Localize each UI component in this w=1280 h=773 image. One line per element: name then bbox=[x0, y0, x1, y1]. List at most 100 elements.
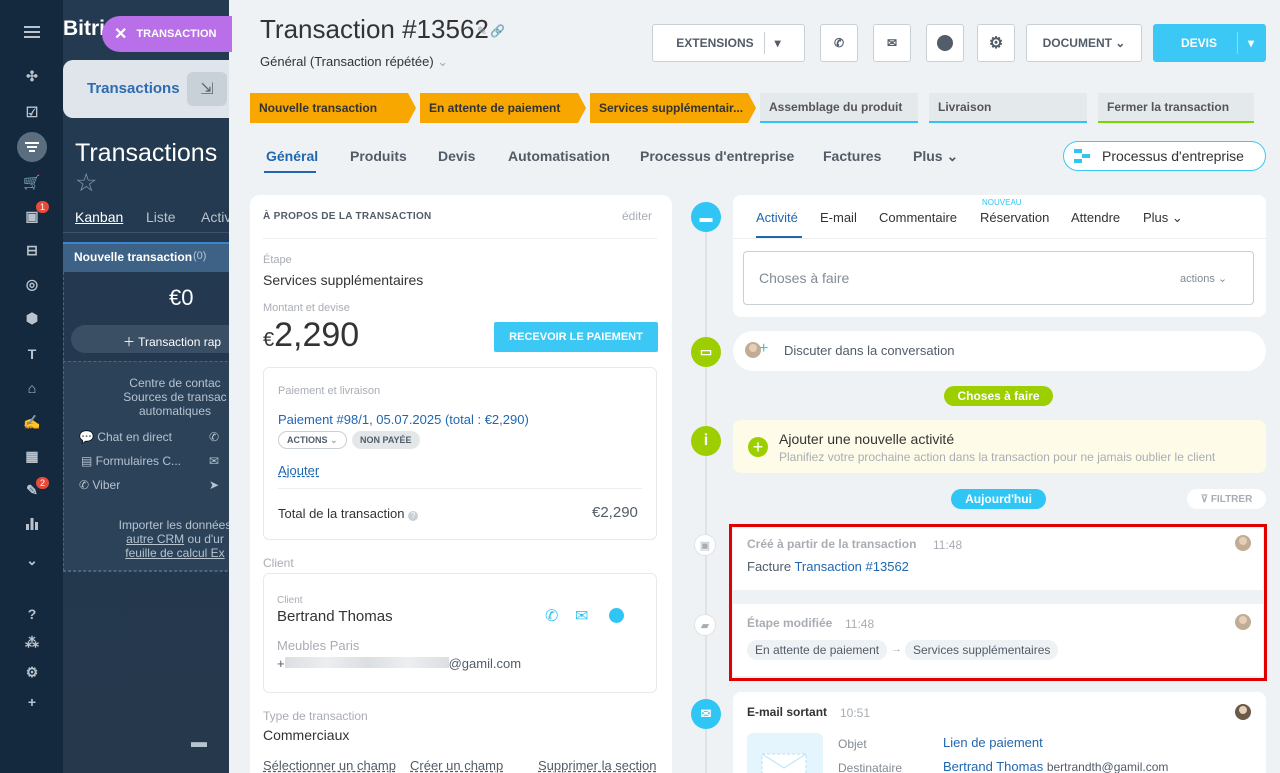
total-label: Total de la transaction ? bbox=[278, 506, 419, 521]
more-icon[interactable]: ⌄ bbox=[22, 550, 42, 570]
add-icon[interactable]: + bbox=[22, 692, 42, 712]
activity-tab-booking[interactable]: Réservation bbox=[980, 210, 1049, 225]
add-participant-icon[interactable]: + bbox=[759, 340, 768, 358]
divider bbox=[733, 238, 1266, 239]
activity-tab-comment[interactable]: Commentaire bbox=[879, 210, 957, 225]
help-icon[interactable]: ? bbox=[22, 604, 42, 624]
client-name[interactable]: Bertrand Thomas bbox=[277, 608, 393, 625]
settings-button[interactable]: ⚙ bbox=[977, 24, 1015, 62]
edit-title-icon[interactable]: ✎ 🔗 bbox=[477, 24, 505, 38]
amount-value[interactable]: €2,290 bbox=[263, 316, 359, 355]
contact-center-line: Centre de contac bbox=[129, 376, 221, 390]
business-process-button[interactable]: Processus d'entreprise bbox=[1063, 141, 1266, 171]
select-field-link[interactable]: Sélectionner un champ bbox=[263, 758, 396, 773]
pipeline-selector[interactable]: Général (Transaction répétée) ⌄ bbox=[260, 54, 448, 70]
type-label: Type de transaction bbox=[263, 709, 368, 723]
printer-icon[interactable]: ▬ bbox=[191, 734, 207, 752]
stage-close-transaction[interactable]: Fermer la transaction bbox=[1098, 93, 1254, 123]
delete-section-link[interactable]: Supprimer la section bbox=[538, 758, 657, 773]
email-subject-value[interactable]: Lien de paiement bbox=[943, 735, 1043, 750]
devis-button[interactable]: DEVIS ▾ bbox=[1153, 24, 1266, 62]
client-chat-icon[interactable] bbox=[609, 608, 624, 623]
import-link[interactable]: feuille de calcul Ex bbox=[65, 546, 229, 560]
document-button[interactable]: DOCUMENT ⌄ bbox=[1026, 24, 1142, 62]
tab-more[interactable]: Plus ⌄ bbox=[913, 148, 958, 165]
payment-actions-pill[interactable]: ACTIONS ⌄ bbox=[278, 431, 347, 449]
event-link[interactable]: Transaction #13562 bbox=[794, 559, 908, 574]
sign-icon[interactable]: ✍ bbox=[22, 412, 42, 432]
stage-value[interactable]: Services supplémentaires bbox=[263, 272, 423, 288]
goal-icon[interactable]: ◎ bbox=[22, 274, 42, 294]
analytics-icon[interactable] bbox=[22, 514, 42, 534]
transaction-close-chip[interactable]: ✕ TRANSACTION bbox=[102, 16, 232, 52]
box-icon[interactable]: ⬢ bbox=[22, 308, 42, 328]
activity-tab-more[interactable]: Plus ⌄ bbox=[1143, 210, 1183, 226]
sites-icon[interactable]: ✣ bbox=[22, 66, 42, 86]
stage-new-transaction[interactable]: Nouvelle transaction bbox=[250, 93, 416, 123]
activity-tab-activity[interactable]: Activité bbox=[756, 210, 798, 225]
bot-icon[interactable]: ⊟ bbox=[22, 240, 42, 260]
client-mail-icon[interactable]: ✉ bbox=[575, 606, 588, 626]
import-text[interactable]: autre CRM ou d'ur bbox=[65, 532, 229, 546]
tab-automation[interactable]: Automatisation bbox=[508, 148, 610, 164]
email-button[interactable]: ✉ bbox=[873, 24, 911, 62]
kanban-column-amount: €0 bbox=[169, 285, 194, 310]
bank-icon[interactable]: ⌂ bbox=[22, 378, 42, 398]
email-recipient[interactable]: Bertrand Thomas bertrandth@gamil.com bbox=[943, 759, 1168, 773]
stage-product-assembly[interactable]: Assemblage du produit bbox=[760, 93, 918, 123]
kanban-column-count: (0) bbox=[193, 250, 207, 262]
chevron-down-icon: ⌄ bbox=[437, 54, 449, 69]
contact-center-line: Sources de transac bbox=[123, 390, 227, 404]
call-button[interactable]: ✆ bbox=[820, 24, 858, 62]
event-time: 11:48 bbox=[845, 617, 875, 631]
add-payment-link[interactable]: Ajouter bbox=[278, 463, 319, 478]
source-forms[interactable]: ▤ Formulaires C... bbox=[81, 454, 181, 468]
source-viber[interactable]: ✆ Viber bbox=[79, 478, 120, 492]
shop-icon[interactable]: 🛒 bbox=[22, 172, 42, 192]
menu-icon[interactable] bbox=[22, 22, 42, 42]
activity-editor-icon: ▬ bbox=[691, 202, 721, 232]
tab-invoices[interactable]: Factures bbox=[823, 148, 881, 164]
plus-icon[interactable]: + bbox=[748, 437, 768, 457]
structure-icon[interactable]: ⁂ bbox=[22, 632, 42, 652]
receive-payment-button[interactable]: RECEVOIR LE PAIEMENT bbox=[494, 322, 658, 352]
email-thumbnail[interactable] bbox=[747, 733, 823, 773]
tab-business-process[interactable]: Processus d'entreprise bbox=[640, 148, 794, 164]
settings-icon[interactable]: ⚙ bbox=[22, 662, 42, 682]
calendar-icon[interactable]: ▦ bbox=[22, 446, 42, 466]
activity-tab-email[interactable]: E-mail bbox=[820, 210, 857, 225]
edit-section-link[interactable]: éditer bbox=[622, 209, 652, 223]
process-icon bbox=[1074, 149, 1090, 163]
tab-quotes[interactable]: Devis bbox=[438, 148, 475, 164]
tasks-icon[interactable]: ☑ bbox=[22, 102, 42, 122]
view-list[interactable]: Liste bbox=[146, 209, 176, 225]
client-call-icon[interactable]: ✆ bbox=[545, 606, 558, 626]
add-activity-title: Ajouter une nouvelle activité bbox=[779, 431, 955, 447]
create-field-link[interactable]: Créer un champ bbox=[410, 758, 503, 773]
source-live-chat[interactable]: 💬 Chat en direct bbox=[79, 430, 172, 444]
todo-actions[interactable]: actions ⌄ bbox=[1180, 272, 1227, 285]
tab-general[interactable]: Général bbox=[266, 148, 318, 164]
quick-add-label: ＋ Transaction rap bbox=[123, 335, 222, 349]
avatar bbox=[1235, 535, 1251, 551]
chat-button[interactable] bbox=[926, 24, 964, 62]
view-kanban[interactable]: Kanban bbox=[75, 209, 123, 225]
type-value[interactable]: Commerciaux bbox=[263, 727, 349, 743]
text-icon[interactable]: T bbox=[22, 344, 42, 364]
extensions-button[interactable]: EXTENSIONS ▾ bbox=[652, 24, 805, 62]
stage-additional-services[interactable]: Services supplémentair... bbox=[590, 93, 756, 123]
telegram-icon: ➤ bbox=[209, 478, 220, 492]
download-icon[interactable]: ⇲ bbox=[187, 72, 227, 106]
timeline-line bbox=[705, 215, 707, 773]
payment-section-label: Paiement et livraison bbox=[278, 385, 381, 397]
stage-awaiting-payment[interactable]: En attente de paiement bbox=[420, 93, 586, 123]
payment-link[interactable]: Paiement #98/1, 05.07.2025 (total : €2,2… bbox=[278, 412, 529, 427]
client-email[interactable]: + @gamil.com bbox=[277, 656, 521, 671]
view-activities[interactable]: Activ bbox=[201, 209, 229, 225]
tab-products[interactable]: Produits bbox=[350, 148, 407, 164]
stage-delivery[interactable]: Livraison bbox=[929, 93, 1087, 123]
client-section-label: Client bbox=[263, 556, 294, 570]
crm-icon[interactable] bbox=[17, 132, 47, 162]
activity-tab-wait[interactable]: Attendre bbox=[1071, 210, 1120, 225]
filter-button[interactable]: ⊽ FILTRER bbox=[1187, 489, 1266, 509]
